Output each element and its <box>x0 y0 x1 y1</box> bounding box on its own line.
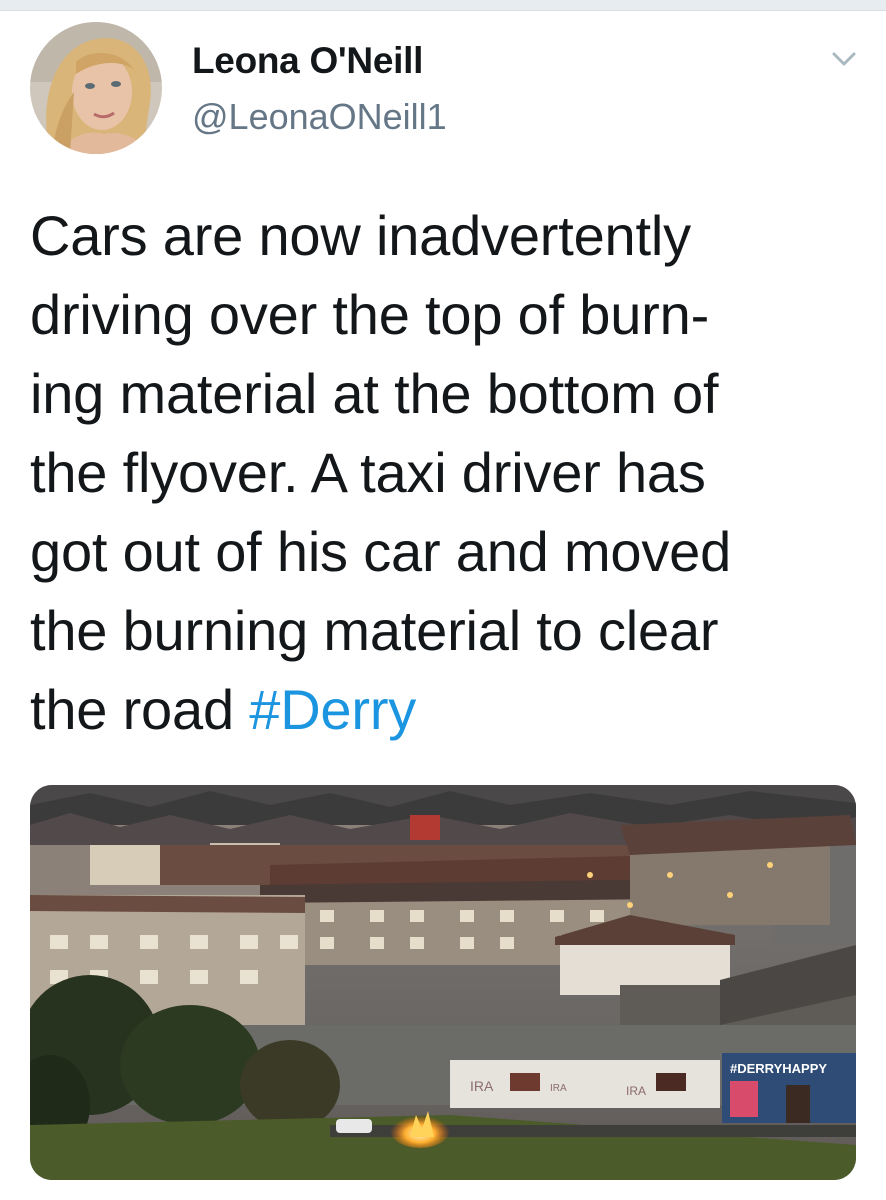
tweet-text: Cars are now inadvertently driving over … <box>30 196 860 749</box>
tweet-text-prefix: the road <box>30 678 250 741</box>
chevron-down-icon[interactable] <box>826 44 862 74</box>
tweet-text-line: the burning material to clear <box>30 599 719 662</box>
graffiti-text: IRA <box>626 1084 646 1098</box>
bottom-spacer <box>0 1180 886 1200</box>
tweet-text-line: got out of his car and moved <box>30 520 732 583</box>
photo-scene: IRA IRA IRA #DERRYHAPPY <box>30 785 856 1180</box>
mural-text: #DERRYHAPPY <box>730 1061 827 1076</box>
tweet-text-line: ing material at the bottom of <box>30 362 719 425</box>
tweet-text-line: driving over the top of burn- <box>30 283 710 346</box>
tweet-text-last-line: the road #Derry <box>30 670 860 749</box>
top-divider <box>0 0 886 11</box>
tweet-text-line: Cars are now inadvertently <box>30 204 691 267</box>
hashtag-link[interactable]: #Derry <box>249 678 416 741</box>
graffiti-text: IRA <box>550 1083 567 1094</box>
graffiti-text: IRA <box>470 1078 494 1094</box>
author-avatar[interactable] <box>30 22 162 154</box>
tweet-text-line: the flyover. A taxi driver has <box>30 441 706 504</box>
author-name[interactable]: Leona O'Neill <box>192 40 423 82</box>
avatar-image <box>30 22 162 154</box>
tweet-photo[interactable]: IRA IRA IRA #DERRYHAPPY <box>30 785 856 1180</box>
author-handle[interactable]: @LeonaONeill1 <box>192 96 447 138</box>
